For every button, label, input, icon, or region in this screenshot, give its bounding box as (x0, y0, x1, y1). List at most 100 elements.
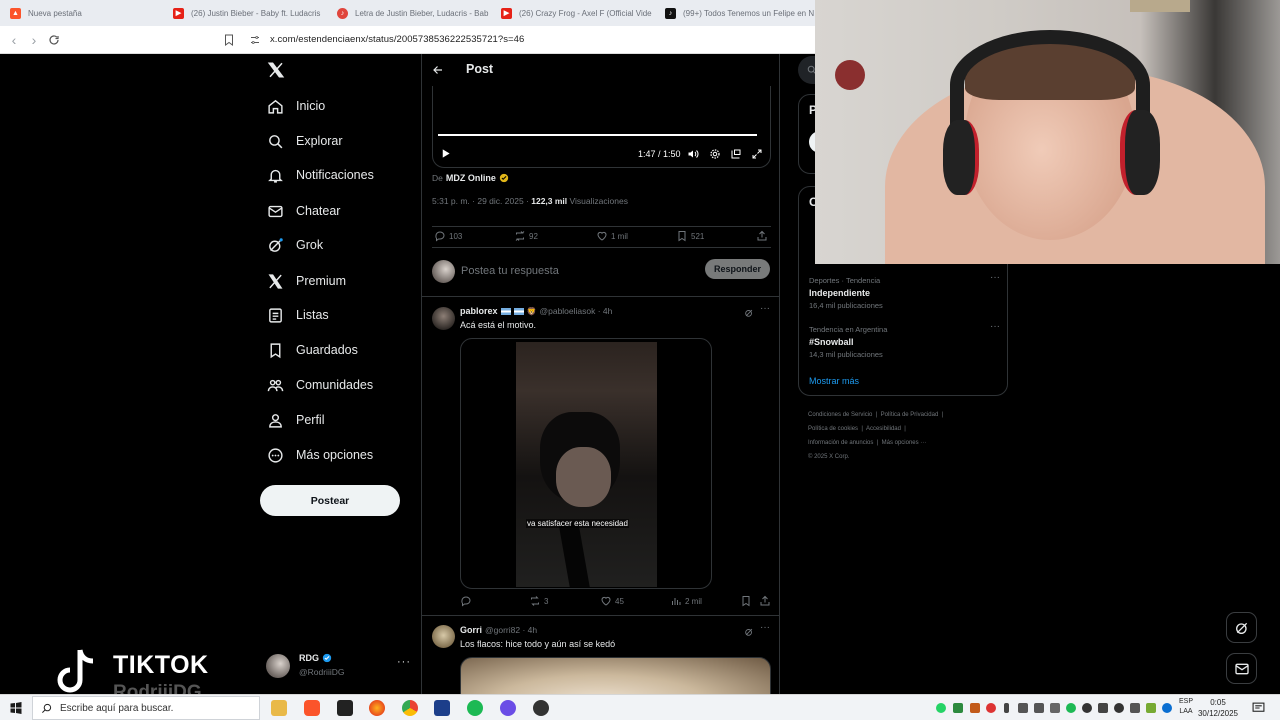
nav-item-premium[interactable]: Premium (258, 265, 346, 297)
back-arrow-icon[interactable]: ‹ (4, 30, 24, 50)
video-player[interactable]: 1:47 / 1:50 (432, 86, 771, 168)
more-dots-icon[interactable]: ··· (990, 321, 1000, 332)
app-tray-icon[interactable] (986, 703, 996, 713)
nav-item-chatear[interactable]: Chatear (258, 195, 340, 227)
like-action[interactable]: 45 (600, 595, 624, 607)
league-app-icon[interactable] (434, 700, 450, 716)
browser-tab[interactable]: ▶ (26) Crazy Frog - Axel F (Official Vid… (491, 0, 655, 26)
nav-item-comunidades[interactable]: Comunidades (258, 369, 373, 401)
site-info-icon[interactable] (245, 30, 265, 50)
forward-arrow-icon[interactable]: › (24, 30, 44, 50)
picture-in-picture-icon[interactable] (730, 148, 742, 160)
discord-icon[interactable] (500, 700, 516, 716)
reply-tweet[interactable]: Gorri @gorri82 · 4h ··· Los flacos: hice… (422, 617, 779, 694)
footer-link[interactable]: Política de cookies (808, 426, 858, 432)
reply-action[interactable]: 103 (434, 230, 462, 242)
settings-gear-icon[interactable] (709, 148, 721, 160)
capcut-icon[interactable] (337, 700, 353, 716)
author-name[interactable]: Gorri (460, 625, 482, 635)
show-more-link[interactable]: Mostrar más (809, 376, 859, 386)
repost-action[interactable]: 3 (529, 595, 548, 607)
chrome-icon[interactable] (402, 700, 418, 716)
app-tray-icon[interactable] (1034, 703, 1044, 713)
source-name-link[interactable]: MDZ Online (446, 173, 496, 183)
footer-link[interactable]: Información de anuncios (808, 440, 873, 446)
browser-tab[interactable]: ▶ (26) Justin Bieber - Baby ft. Ludacris (163, 0, 327, 26)
more-dots-icon[interactable]: ··· (397, 656, 411, 668)
trend-item[interactable]: Deportes · Tendencia Independiente 16,4 … (809, 272, 1004, 316)
trend-item[interactable]: Tendencia en Argentina #Snowball 14,3 mi… (809, 321, 1004, 365)
url-field[interactable]: x.com/estendenciaenx/status/200573853622… (270, 34, 524, 45)
post-timestamp[interactable]: 5:31 p. m. · 29 dic. 2025 · (432, 196, 529, 206)
more-dots-icon[interactable]: ··· (760, 622, 770, 633)
tweet-image[interactable] (460, 657, 771, 694)
footer-link[interactable]: Más opciones ··· (882, 440, 927, 446)
footer-link[interactable]: Política de Privacidad (881, 412, 939, 418)
share-action[interactable] (759, 595, 771, 607)
messages-floating-button[interactable] (1226, 653, 1257, 684)
nvidia-tray-icon[interactable] (953, 703, 963, 713)
firefox-icon[interactable] (369, 700, 385, 716)
nav-item-mas-opciones[interactable]: Más opciones (258, 439, 373, 471)
back-arrow-icon[interactable] (432, 64, 444, 76)
system-clock[interactable]: 0:05 30/12/2025 (1196, 697, 1240, 719)
app-tray-icon[interactable] (1130, 703, 1140, 713)
nav-item-notificaciones[interactable]: Notificaciones (258, 159, 374, 191)
whatsapp-tray-icon[interactable] (936, 703, 946, 713)
views-action[interactable]: 2 mil (670, 595, 702, 607)
volume-icon[interactable] (687, 148, 699, 160)
repost-action[interactable]: 92 (514, 230, 538, 242)
obs-icon[interactable] (533, 700, 549, 716)
bookmark-action[interactable] (740, 595, 752, 607)
nav-item-explorar[interactable]: Explorar (258, 125, 343, 157)
bookmark-action[interactable]: 521 (676, 230, 704, 242)
spotify-icon[interactable] (467, 700, 483, 716)
grok-icon[interactable] (744, 308, 754, 318)
x-logo-icon[interactable] (267, 61, 285, 79)
tweet-video[interactable]: va satisfacer esta necesidad (460, 338, 712, 589)
more-dots-icon[interactable]: ··· (760, 303, 770, 314)
grok-icon[interactable] (744, 627, 754, 637)
app-tray-icon[interactable] (970, 703, 980, 713)
like-action[interactable]: 1 mil (596, 230, 628, 242)
notification-center-icon[interactable] (1252, 702, 1265, 714)
app-tray-icon[interactable] (1018, 703, 1028, 713)
browser-tab[interactable]: ▲ Nueva pestaña (0, 0, 163, 26)
nav-item-perfil[interactable]: Perfil (258, 404, 324, 436)
reply-input[interactable]: Postea tu respuesta (461, 265, 559, 277)
play-icon[interactable] (440, 148, 451, 159)
bookmark-page-icon[interactable] (219, 30, 239, 50)
bluetooth-tray-icon[interactable] (1162, 703, 1172, 713)
reload-icon[interactable] (44, 30, 64, 50)
nav-item-inicio[interactable]: Inicio (258, 90, 325, 122)
taskbar-search-input[interactable]: Escribe aquí para buscar. (60, 703, 173, 714)
windows-start-icon[interactable] (10, 702, 22, 714)
account-switcher[interactable]: RDG @RodriiiDG ··· (266, 652, 411, 682)
footer-link[interactable]: Accesibilidad (866, 426, 901, 432)
obs-tray-icon[interactable] (1082, 703, 1092, 713)
app-tray-icon[interactable] (1146, 703, 1156, 713)
more-dots-icon[interactable]: ··· (990, 272, 1000, 283)
footer-link[interactable]: Condiciones de Servicio (808, 412, 872, 418)
nav-item-guardados[interactable]: Guardados (258, 334, 358, 366)
reply-button[interactable]: Responder (705, 259, 770, 279)
taskbar-search[interactable]: Escribe aquí para buscar. (32, 696, 260, 720)
app-tray-icon[interactable] (1114, 703, 1124, 713)
nav-item-grok[interactable]: Grok (258, 229, 323, 261)
spotify-tray-icon[interactable] (1066, 703, 1076, 713)
volume-tray-icon[interactable] (1050, 703, 1060, 713)
brave-browser-icon[interactable] (304, 700, 320, 716)
browser-tab[interactable]: ♪ Letra de Justin Bieber, Ludacris - Bab (327, 0, 491, 26)
post-button[interactable]: Postear (260, 485, 400, 516)
reply-tweet[interactable]: pablorex 🦁 @pabloeliasok · 4h ··· Acá es… (422, 298, 779, 616)
share-action[interactable] (756, 230, 768, 242)
grok-floating-button[interactable] (1226, 612, 1257, 643)
app-tray-icon[interactable] (1098, 703, 1108, 713)
author-name[interactable]: pablorex (460, 306, 498, 316)
nav-item-listas[interactable]: Listas (258, 299, 329, 331)
video-progress-bar[interactable] (438, 134, 758, 136)
language-indicator[interactable]: ESP LAA (1176, 697, 1196, 717)
file-explorer-icon[interactable] (271, 700, 287, 716)
reply-action[interactable] (460, 595, 475, 607)
fullscreen-icon[interactable] (751, 148, 763, 160)
